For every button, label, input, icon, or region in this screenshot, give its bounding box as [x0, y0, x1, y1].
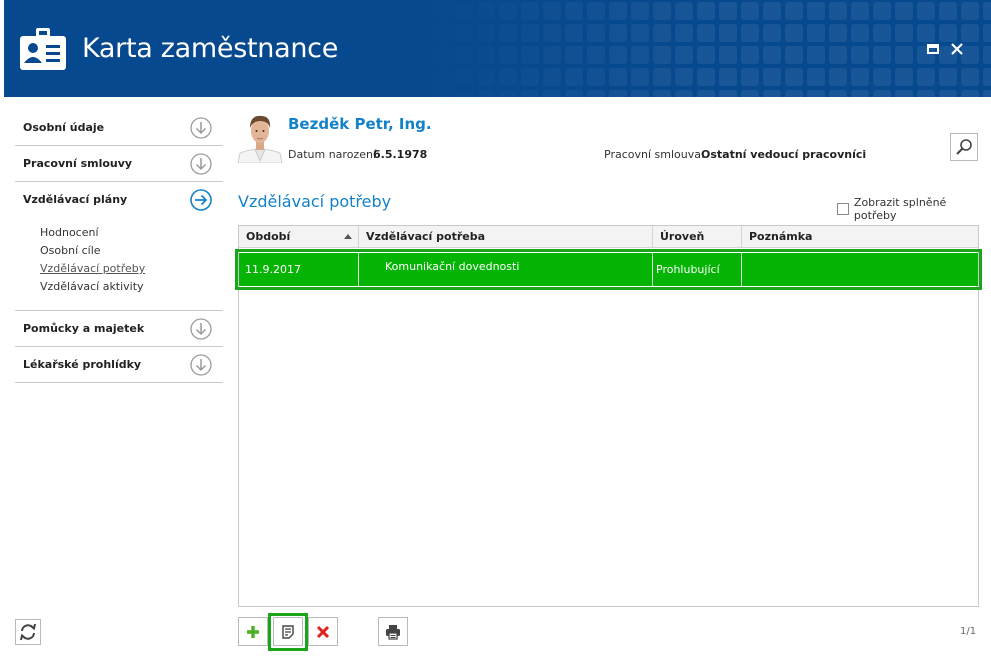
arrow-down-circle-icon[interactable] [190, 153, 212, 175]
avatar [238, 111, 282, 163]
column-header-label: Vzdělávací potřeba [366, 230, 486, 243]
column-header-poznamka[interactable]: Poznámka [742, 226, 978, 248]
arrow-down-circle-icon[interactable] [190, 117, 212, 139]
needs-grid: Období Vzdělávací potřeba Úroveň Poznámk… [235, 225, 982, 607]
plus-icon [247, 625, 259, 638]
print-button[interactable] [378, 617, 408, 646]
show-completed-label: Zobrazit splněné potřeby [853, 196, 947, 222]
search-button[interactable] [950, 133, 978, 161]
sidebar-item-label: Vzdělávací plány [23, 193, 128, 206]
refresh-button[interactable] [15, 619, 41, 645]
grid-header: Období Vzdělávací potřeba Úroveň Poznámk… [239, 226, 978, 248]
arrow-right-circle-icon[interactable] [190, 189, 212, 211]
sidebar-subitem-vzdelavaci-potreby[interactable]: Vzdělávací potřeby [40, 260, 223, 278]
sidebar-item-lekarske-prohlidky[interactable]: Lékařské prohlídky [15, 347, 223, 383]
window-title: Karta zaměstnance [82, 33, 339, 64]
sort-asc-icon [344, 234, 352, 239]
row-highlight [235, 249, 982, 290]
sidebar: Osobní údaje Pracovní smlouvy Vzdělávací… [15, 110, 223, 383]
column-header-potreba[interactable]: Vzdělávací potřeba [359, 226, 653, 248]
sidebar-subitem-hodnoceni[interactable]: Hodnocení [40, 224, 223, 242]
sidebar-item-osobni-udaje[interactable]: Osobní údaje [15, 110, 223, 146]
sidebar-subitems: Hodnocení Osobní cíle Vzdělávací potřeby… [15, 218, 223, 296]
contract-value: Ostatní vedoucí pracovníci [701, 148, 867, 161]
delete-button[interactable] [308, 617, 338, 646]
sidebar-item-label: Pracovní smlouvy [23, 157, 133, 170]
close-icon[interactable] [948, 40, 966, 58]
column-header-label: Úroveň [660, 230, 705, 243]
dob-value: 6.5.1978 [373, 148, 428, 161]
employee-name: Bezděk Petr, Ing. [288, 115, 432, 133]
column-header-obdobi[interactable]: Období [239, 226, 359, 248]
title-bar: Karta zaměstnance [4, 0, 991, 97]
sidebar-item-label: Osobní údaje [23, 121, 105, 134]
id-card-icon [20, 28, 66, 70]
contract-label: Pracovní smlouva: [604, 148, 705, 161]
header-pattern [431, 0, 991, 97]
section-title: Vzdělávací potřeby [238, 192, 392, 211]
sidebar-item-label: Lékařské prohlídky [23, 358, 142, 371]
edit-button-highlight [268, 613, 308, 651]
search-icon [956, 139, 972, 155]
dob-label: Datum narození: [288, 148, 380, 161]
column-header-label: Období [246, 230, 291, 243]
print-icon [386, 624, 400, 640]
sidebar-subitem-vzdelavaci-aktivity[interactable]: Vzdělávací aktivity [40, 278, 223, 296]
refresh-icon [20, 623, 36, 641]
pager: 1/1 [960, 626, 977, 637]
sidebar-item-pracovni-smlouvy[interactable]: Pracovní smlouvy [15, 146, 223, 182]
column-header-label: Poznámka [749, 230, 813, 243]
show-completed-checkbox[interactable] [837, 203, 849, 215]
show-completed-toggle[interactable]: Zobrazit splněné potřeby [837, 196, 991, 222]
arrow-down-circle-icon[interactable] [190, 318, 212, 340]
delete-icon [316, 625, 330, 638]
column-header-uroven[interactable]: Úroveň [653, 226, 742, 248]
maximize-icon[interactable] [924, 40, 942, 58]
sidebar-item-pomucky-a-majetek[interactable]: Pomůcky a majetek [15, 311, 223, 347]
add-button[interactable] [238, 617, 268, 646]
sidebar-item-vzdelavaci-plany[interactable]: Vzdělávací plány Hodnocení Osobní cíle V… [15, 182, 223, 311]
arrow-down-circle-icon[interactable] [190, 354, 212, 376]
sidebar-subitem-osobni-cile[interactable]: Osobní cíle [40, 242, 223, 260]
sidebar-item-label: Pomůcky a majetek [23, 322, 145, 335]
